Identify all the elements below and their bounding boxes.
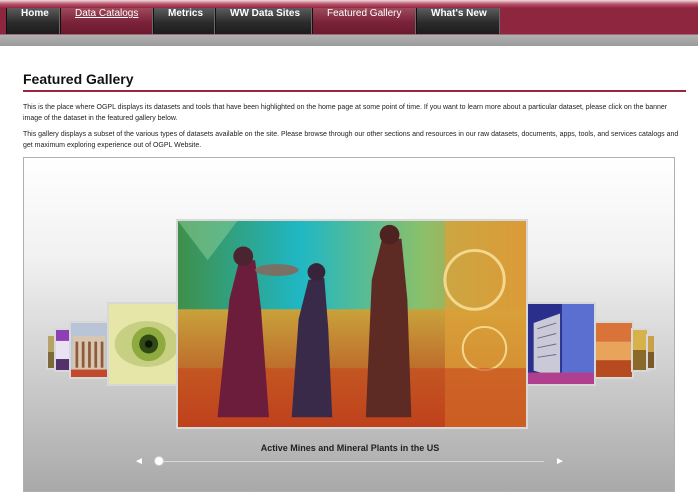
gallery-description: This gallery displays a subset of the va…: [23, 131, 679, 149]
main-nav: Home Data Catalogs Metrics WW Data Sites…: [6, 8, 500, 34]
gallery-slider-handle[interactable]: [154, 456, 164, 466]
nav-featured-gallery[interactable]: Featured Gallery: [312, 8, 416, 34]
featured-image[interactable]: [176, 219, 528, 429]
gallery-thumb-eye[interactable]: [107, 302, 179, 386]
featured-gallery-carousel: Active Mines and Mineral Plants in the U…: [23, 157, 675, 492]
arrow-right-icon[interactable]: ►: [555, 456, 565, 467]
gallery-slider-track[interactable]: [156, 461, 544, 462]
page-title: Featured Gallery: [23, 71, 134, 87]
gallery-thumb-building[interactable]: [526, 302, 596, 386]
title-divider: [23, 90, 686, 92]
nav-home[interactable]: Home: [6, 8, 60, 34]
gallery-caption: Active Mines and Mineral Plants in the U…: [260, 443, 440, 453]
nav-whats-new[interactable]: What's New: [416, 8, 500, 34]
nav-data-catalogs[interactable]: Data Catalogs: [60, 8, 153, 34]
intro-paragraph: This is the place where OGPL displays it…: [23, 104, 668, 122]
gallery-thumb-5[interactable]: [594, 321, 634, 379]
nav-metrics[interactable]: Metrics: [153, 8, 215, 34]
gallery-thumb-3[interactable]: [69, 321, 109, 379]
arrow-left-icon[interactable]: ◄: [134, 456, 144, 467]
nav-ww-data-sites[interactable]: WW Data Sites: [215, 8, 312, 34]
gallery-thumb-7[interactable]: [646, 334, 656, 370]
top-navigation-bar: Home Data Catalogs Metrics WW Data Sites…: [0, 0, 698, 46]
